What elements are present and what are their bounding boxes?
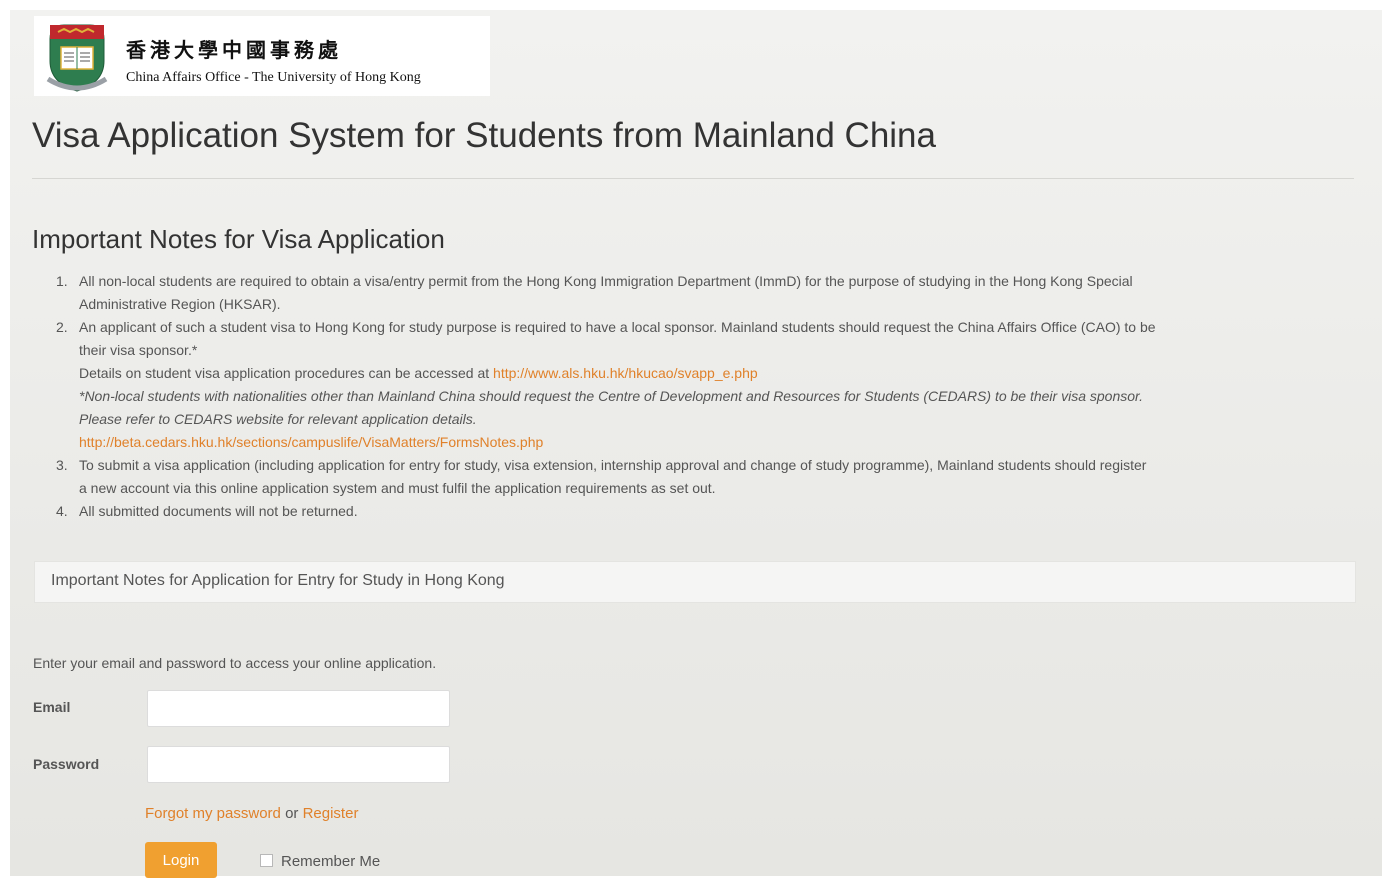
cao-logo[interactable]: 香港大學中國事務處 China Affairs Office - The Uni…: [34, 16, 490, 96]
notes-heading: Important Notes for Visa Application: [32, 224, 445, 254]
account-links: Forgot my password or Register: [145, 805, 358, 822]
note-number: 4.: [56, 503, 68, 519]
note-item: 1. All non-local students are required t…: [50, 270, 1360, 316]
cedars-footnote: *Non-local students with nationalities o…: [79, 388, 1144, 404]
entry-notes-accordion[interactable]: Important Notes for Application for Entr…: [34, 561, 1356, 603]
note-text: Administrative Region (HKSAR).: [79, 296, 281, 312]
logo-english-name: China Affairs Office - The University of…: [126, 70, 421, 85]
email-field[interactable]: [147, 690, 450, 727]
note-text: All non-local students are required to o…: [79, 273, 1133, 289]
password-field[interactable]: [147, 746, 450, 783]
note-details: Details on student visa application proc…: [79, 362, 1360, 385]
cedars-footnote: Please refer to CEDARS website for relev…: [79, 411, 477, 427]
logo-chinese-name: 香港大學中國事務處: [126, 38, 342, 62]
login-instructions: Enter your email and password to access …: [33, 655, 437, 671]
note-text: To submit a visa application (including …: [79, 457, 1147, 473]
cedars-forms-link[interactable]: http://beta.cedars.hku.hk/sections/campu…: [79, 434, 543, 450]
remember-me-checkbox[interactable]: [260, 854, 273, 867]
details-prefix: Details on student visa application proc…: [79, 365, 490, 381]
hku-crest-icon: [46, 24, 108, 92]
login-button[interactable]: Login: [145, 842, 217, 878]
note-number: 2.: [56, 319, 68, 335]
note-text: a new account via this online applicatio…: [79, 480, 716, 496]
note-item: 4. All submitted documents will not be r…: [50, 500, 1360, 523]
notes-list: 1. All non-local students are required t…: [50, 270, 1360, 523]
title-divider: [32, 178, 1354, 179]
note-text: An applicant of such a student visa to H…: [79, 319, 1156, 335]
accordion-label: Important Notes for Application for Entr…: [51, 572, 505, 589]
remember-me-option[interactable]: Remember Me: [260, 853, 380, 870]
note-text: All submitted documents will not be retu…: [79, 503, 358, 519]
visa-procedures-link[interactable]: http://www.als.hku.hk/hkucao/svapp_e.php: [493, 365, 758, 381]
note-number: 1.: [56, 273, 68, 289]
or-text: or: [285, 805, 299, 822]
page-title: Visa Application System for Students fro…: [32, 116, 936, 155]
email-label: Email: [33, 699, 71, 715]
password-label: Password: [33, 756, 100, 772]
forgot-password-link[interactable]: Forgot my password: [145, 805, 281, 822]
note-item: 3. To submit a visa application (includi…: [50, 454, 1360, 500]
remember-me-label: Remember Me: [281, 853, 381, 870]
note-item: 2. An applicant of such a student visa t…: [50, 316, 1360, 454]
note-text: their visa sponsor.*: [79, 342, 198, 358]
page: 香港大學中國事務處 China Affairs Office - The Uni…: [10, 10, 1382, 878]
note-number: 3.: [56, 457, 68, 473]
register-link[interactable]: Register: [303, 805, 359, 822]
